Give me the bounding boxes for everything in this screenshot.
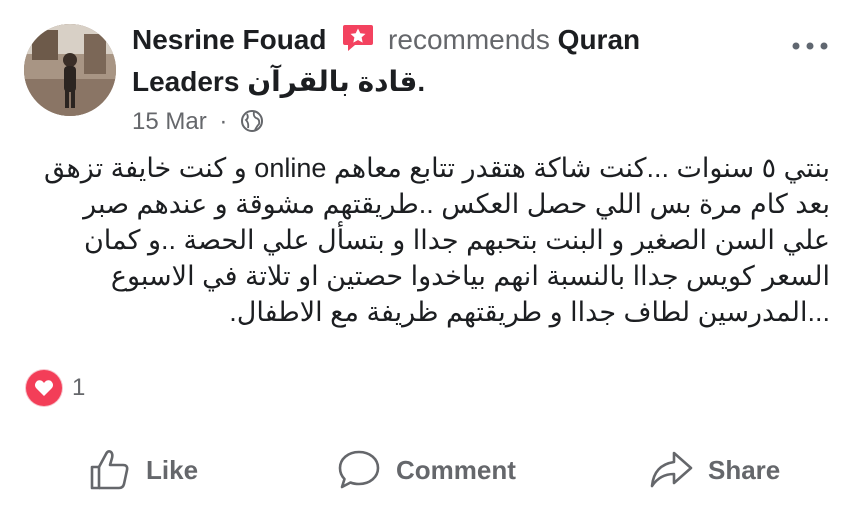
- action-bar: Like Comment Share: [0, 440, 860, 500]
- post-meta: 15 Mar ·: [132, 106, 264, 138]
- page-name-part-1[interactable]: Quran: [558, 24, 640, 55]
- more-options-icon[interactable]: [790, 38, 830, 54]
- avatar-photo: [24, 24, 116, 116]
- post-header-line-1: Nesrine Fouad recommends Quran: [132, 22, 640, 58]
- heart-icon: [26, 370, 62, 406]
- share-icon: [650, 451, 693, 488]
- share-label: Share: [708, 454, 781, 485]
- page-name-part-2[interactable]: Leaders: [132, 66, 239, 97]
- comment-label: Comment: [396, 454, 516, 485]
- like-button[interactable]: Like: [88, 440, 198, 500]
- post-body-text: بنتي ٥ سنوات ...كنت شاكة هتقدر تتابع معا…: [44, 153, 830, 327]
- author-name[interactable]: Nesrine Fouad: [132, 24, 326, 55]
- globe-icon[interactable]: [240, 109, 264, 133]
- comment-icon: [338, 450, 380, 489]
- reactions-summary[interactable]: 1: [26, 368, 85, 408]
- like-label: Like: [146, 454, 199, 485]
- recommends-text: recommends: [388, 24, 550, 55]
- thumbs-up-icon: [90, 450, 129, 490]
- meta-separator: ·: [219, 108, 228, 135]
- recommendation-post: Nesrine Fouad recommends Quran Leaders ق…: [0, 0, 860, 518]
- post-date[interactable]: 15 Mar: [132, 108, 207, 135]
- comment-button[interactable]: Comment: [336, 440, 516, 500]
- page-name-period: .: [417, 66, 426, 97]
- avatar[interactable]: [24, 24, 116, 116]
- post-header-line-2: Leaders قادة بالقرآن.: [132, 64, 425, 100]
- recommend-icon: [343, 25, 374, 51]
- reaction-count: 1: [72, 374, 86, 401]
- page-name-arabic[interactable]: قادة بالقرآن: [247, 66, 417, 97]
- share-button[interactable]: Share: [648, 440, 780, 500]
